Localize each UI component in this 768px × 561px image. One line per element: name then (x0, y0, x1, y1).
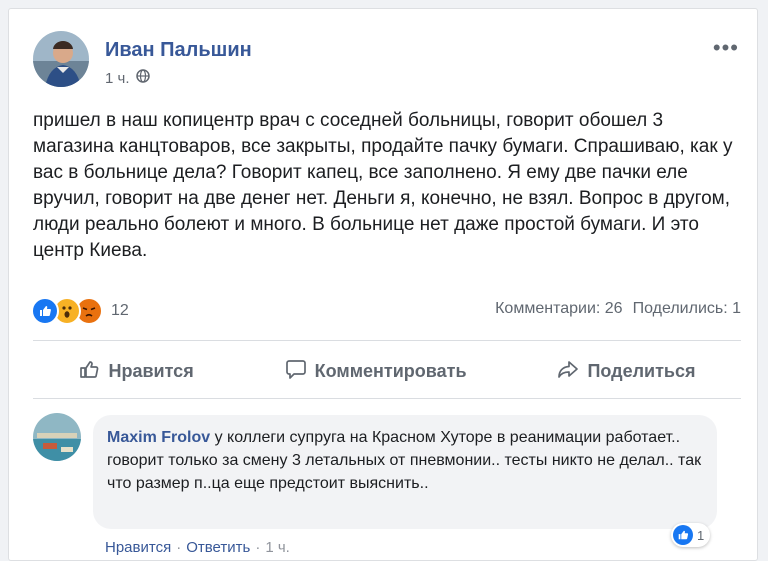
post-actions-bar: Нравится Комментировать Поделиться (33, 351, 741, 391)
comment-reactions[interactable]: 1 (671, 523, 711, 547)
post-text: пришел в наш копицентр врач с соседней б… (33, 110, 733, 261)
comment-time[interactable]: 1 ч. (265, 539, 290, 556)
shares-count-link[interactable]: Поделились: 1 (633, 300, 741, 318)
comment-button-label: Комментировать (314, 360, 467, 381)
like-reaction-icon (31, 297, 59, 325)
comment-like-link[interactable]: Нравится (105, 539, 171, 556)
separator-dot: · (255, 539, 261, 556)
post-meta: 1 ч. (105, 69, 150, 87)
share-button-label: Поделиться (587, 360, 696, 381)
post-time[interactable]: 1 ч. (105, 70, 130, 87)
more-options-icon[interactable]: ••• (713, 35, 739, 61)
share-arrow-icon (557, 358, 579, 385)
comment-reaction-count: 1 (697, 527, 705, 543)
comments-count-link[interactable]: Комментарии: 26 (495, 300, 622, 318)
separator-dot: · (176, 539, 182, 556)
globe-icon[interactable] (135, 69, 150, 87)
thumbs-up-icon (78, 358, 100, 385)
comment-button[interactable]: Комментировать (285, 358, 467, 385)
author-avatar[interactable] (33, 31, 89, 87)
reaction-count: 12 (111, 302, 129, 319)
reactions-summary[interactable]: 12 (31, 297, 129, 325)
comment-author-name[interactable]: Maxim Frolov (107, 429, 210, 446)
post-stats: Комментарии: 26 Поделились: 1 (495, 300, 741, 318)
comment-bubble: Maxim Frolov у коллеги супруга на Красно… (93, 415, 717, 529)
comment-bubble-icon (285, 358, 307, 385)
divider-top (33, 340, 741, 341)
post-author-name[interactable]: Иван Пальшин (105, 39, 252, 62)
post-card: Иван Пальшин 1 ч. ••• пришел в наш копиц… (8, 8, 758, 561)
commenter-avatar[interactable] (33, 413, 81, 461)
comment-reply-link[interactable]: Ответить (186, 539, 250, 556)
like-button-label: Нравится (108, 360, 194, 381)
comment-actions: Нравится · Ответить · 1 ч. (105, 539, 290, 556)
like-reaction-icon (673, 525, 693, 545)
like-button[interactable]: Нравится (78, 358, 194, 385)
share-button[interactable]: Поделиться (557, 358, 696, 385)
divider-bottom (33, 398, 741, 399)
